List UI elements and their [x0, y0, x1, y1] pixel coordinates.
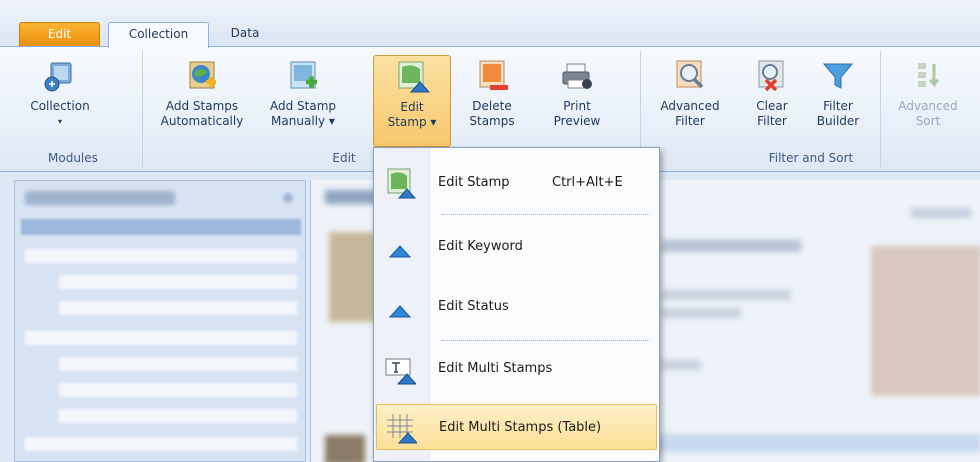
menu-item-label: Edit Status [438, 299, 509, 314]
group-modules: Collection ▾ Modules [14, 47, 140, 171]
tab-edit-app[interactable]: Edit [19, 22, 100, 46]
advanced-sort-label-1: Advanced [898, 99, 958, 113]
add-stamps-automatically-label-1: Add Stamps [165, 99, 239, 113]
tree-row[interactable] [25, 249, 297, 263]
edit-stamp-icon [398, 61, 430, 93]
advanced-filter-icon [676, 60, 704, 89]
add-stamp-manually-button[interactable]: Add Stamp Manually ▾ [260, 55, 346, 129]
collection-label: Collection [30, 99, 90, 113]
tree-row[interactable] [59, 383, 297, 397]
funnel-icon [822, 63, 854, 89]
table-row-selected[interactable] [651, 434, 980, 452]
advanced-sort-icon [918, 63, 940, 88]
add-stamp-manually-icon [290, 61, 317, 89]
clear-filter-label-1: Clear [756, 99, 788, 113]
edit-stamp-icon [387, 168, 416, 199]
edit-multi-stamps-table-icon [387, 414, 417, 444]
menu-item-edit-keyword[interactable]: Edit Keyword [376, 224, 657, 270]
menu-separator [442, 340, 650, 341]
edit-keyword-icon [388, 245, 412, 258]
group-label-edit: Edit [332, 151, 356, 165]
advanced-sort-label-2: Sort [915, 114, 941, 128]
stamp-thumbnail[interactable] [329, 232, 377, 322]
collection-button[interactable]: Collection ▾ [24, 55, 96, 129]
delete-stamps-icon [479, 60, 508, 90]
filter-builder-label-2: Builder [816, 114, 860, 128]
menu-separator [442, 214, 650, 215]
menu-item-edit-multi-stamps[interactable]: Edit Multi Stamps [376, 346, 657, 392]
ribbon-tab-bar: Edit Collection Data [0, 0, 980, 48]
menu-item-edit-status[interactable]: Edit Status [376, 284, 657, 330]
edit-stamp-dropdown-menu: Edit Stamp Ctrl+Alt+E Edit Keyword Edit … [373, 147, 660, 462]
stamp-detail [661, 290, 791, 300]
delete-stamps-label-1: Delete [472, 99, 512, 113]
edit-stamp-button[interactable]: Edit Stamp ▾ [373, 55, 451, 147]
clear-filter-icon [758, 60, 784, 92]
tree-row[interactable] [59, 301, 297, 315]
menu-item-shortcut: Ctrl+Alt+E [552, 175, 623, 190]
stamp-title[interactable] [661, 240, 801, 252]
edit-stamp-label-1: Edit [400, 100, 424, 114]
edit-status-icon [388, 305, 412, 318]
group-label-modules: Modules [48, 151, 98, 165]
add-stamp-manually-label-1: Add Stamp [269, 99, 337, 113]
group-separator [880, 51, 881, 167]
advanced-sort-button[interactable]: Advanced Sort [890, 55, 966, 129]
tab-data[interactable]: Data [217, 22, 273, 46]
print-preview-label-1: Print [563, 99, 591, 113]
add-stamp-manually-label-2: Manually ▾ [271, 114, 335, 128]
add-stamps-automatically-icon [189, 61, 216, 89]
quick-filter-title [25, 191, 175, 205]
pin-icon[interactable] [283, 193, 293, 203]
advanced-filter-label-2: Filter [675, 114, 705, 128]
menu-item-label: Edit Keyword [438, 239, 523, 254]
delete-stamps-label-2: Stamps [469, 114, 515, 128]
stamp-thumbnail[interactable] [325, 435, 365, 462]
quick-filter-panel [14, 180, 306, 462]
printer-icon [562, 63, 592, 89]
menu-item-label: Edit Multi Stamps (Table) [439, 420, 602, 435]
advanced-filter-label-1: Advanced [660, 99, 720, 113]
menu-item-label: Edit Multi Stamps [438, 361, 553, 376]
tree-row[interactable] [59, 409, 297, 423]
stamp-detail [661, 360, 701, 370]
tree-row[interactable] [25, 437, 297, 451]
menu-item-edit-multi-stamps-table[interactable]: Edit Multi Stamps (Table) [376, 404, 657, 450]
group-label-filter-sort: Filter and Sort [768, 151, 854, 165]
print-preview-button[interactable]: Print Preview [542, 55, 612, 129]
clear-filter-label-2: Filter [757, 114, 787, 128]
list-header-text [911, 208, 971, 218]
print-preview-label-2: Preview [553, 114, 601, 128]
delete-stamps-button[interactable]: Delete Stamps [457, 55, 527, 129]
group-filter-sort: Advanced Filter Clear Filter Filter Buil… [642, 47, 980, 171]
stamp-image[interactable] [871, 246, 980, 396]
tree-row[interactable] [59, 357, 297, 371]
add-stamps-automatically-button[interactable]: Add Stamps Automatically [150, 55, 254, 129]
clear-filter-button[interactable]: Clear Filter [746, 55, 798, 129]
filter-builder-label-1: Filter [823, 99, 853, 113]
add-stamps-automatically-label-2: Automatically [160, 114, 244, 128]
tab-collection[interactable]: Collection [108, 22, 209, 48]
stamp-detail [661, 308, 741, 318]
edit-multi-stamps-icon [385, 358, 416, 385]
tree-row[interactable] [59, 275, 297, 289]
group-separator [142, 51, 143, 167]
collection-dropdown-arrow: ▾ [57, 117, 62, 126]
collection-icon [44, 62, 72, 92]
menu-item-label: Edit Stamp [438, 175, 510, 190]
menu-item-edit-stamp[interactable]: Edit Stamp Ctrl+Alt+E [376, 160, 657, 206]
tree-row[interactable] [25, 331, 297, 345]
edit-stamp-label-2: Stamp ▾ [387, 115, 437, 129]
advanced-filter-button[interactable]: Advanced Filter [650, 55, 730, 129]
status-section-header[interactable] [21, 219, 301, 235]
filter-builder-button[interactable]: Filter Builder [806, 55, 870, 129]
